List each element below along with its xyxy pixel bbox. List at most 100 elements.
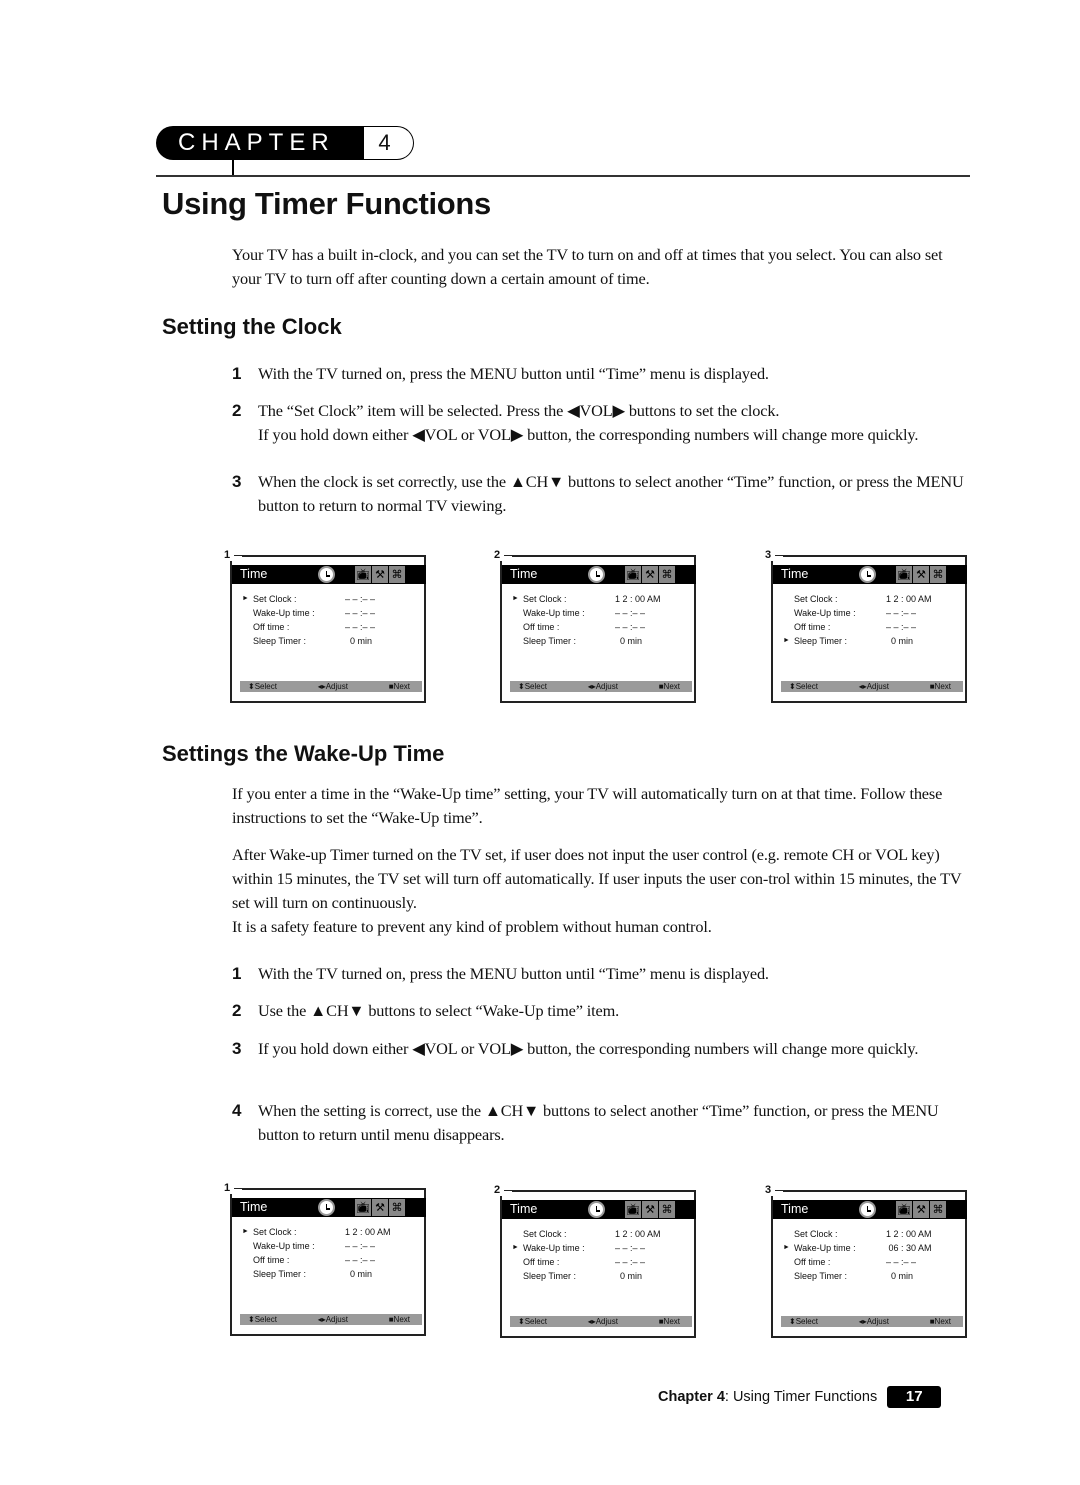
menu-row-value: 0 min — [345, 636, 373, 646]
menu-row: Sleep Timer : 0 min — [242, 1267, 425, 1281]
selection-pointer-icon — [512, 620, 523, 634]
selection-pointer-icon — [783, 1227, 794, 1241]
screen-step-label: 1 — [224, 549, 235, 561]
tv-menu-screen: Time 📺︎ ⚒ ⌘ Set Clock : 1 2 : 00 AM Wake… — [765, 549, 967, 703]
screen-frame: Time 📺︎ ⚒ ⌘ Set Clock : 1 2 : 00 AM ► Wa… — [500, 1190, 696, 1338]
adjust-hint: ◂▸Adjust — [587, 1317, 618, 1326]
menu-row: ► Set Clock : 1 2 : 00 AM — [242, 1225, 425, 1239]
menu-hint-bar: ⬍Select ◂▸Adjust ■Next — [510, 681, 692, 692]
menu-hint-bar: ⬍Select ◂▸Adjust ■Next — [240, 1314, 422, 1325]
menu-rows: Set Clock : 1 2 : 00 AM ► Wake-Up time :… — [783, 1227, 966, 1283]
selection-pointer-icon: ► — [512, 1244, 519, 1251]
menu-row-label: Sleep Timer : — [794, 636, 848, 646]
adjust-hint: ◂▸Adjust — [317, 1315, 348, 1324]
menu-row-value: 0 min — [345, 1269, 373, 1279]
tv-icon: 📺︎ — [355, 566, 371, 583]
menu-row-label: Sleep Timer : — [794, 1271, 848, 1281]
clock-icon — [588, 1201, 605, 1218]
chapter-stem-line — [232, 160, 234, 176]
menu-row: Sleep Timer : 0 min — [783, 1269, 966, 1283]
clock-step-1: 1 With the TV turned on, press the MENU … — [232, 362, 974, 386]
selection-pointer-icon — [242, 606, 253, 620]
clock-step-2: 2 The “Set Clock” item will be selected.… — [232, 399, 974, 447]
menu-title: Time — [510, 567, 538, 581]
menu-row: Off time : – – :– – — [242, 620, 425, 634]
menu-row-value: 1 2 : 00 AM — [615, 594, 661, 604]
selection-pointer-icon — [242, 1239, 253, 1253]
menu-title-bar: Time 📺︎ ⚒ ⌘ — [502, 1200, 696, 1219]
menu-row-value: – – :– – — [615, 1243, 646, 1253]
wrench-icon: ⚒ — [642, 566, 658, 583]
adjust-hint: ◂▸Adjust — [858, 682, 889, 691]
gift-icon: ⌘ — [659, 566, 675, 583]
clock-icon — [859, 1201, 876, 1218]
adjust-hint: ◂▸Adjust — [317, 682, 348, 691]
tv-menu-screen: Time 📺︎ ⚒ ⌘ ► Set Clock : 1 2 : 00 AM Wa… — [224, 1182, 426, 1336]
tv-menu-screen: Time 📺︎ ⚒ ⌘ Set Clock : 1 2 : 00 AM ► Wa… — [494, 1184, 696, 1338]
next-hint: ■Next — [658, 1317, 680, 1326]
tv-icon: 📺︎ — [625, 566, 641, 583]
menu-row-label: Set Clock : — [523, 1229, 567, 1239]
clock-icon — [588, 566, 605, 583]
menu-rows: ► Set Clock : 1 2 : 00 AM Wake-Up time :… — [242, 1225, 425, 1281]
menu-row: Set Clock : 1 2 : 00 AM — [783, 1227, 966, 1241]
menu-row-value: 0 min — [615, 1271, 643, 1281]
menu-rows: ► Set Clock : – – :– – Wake-Up time : – … — [242, 592, 425, 648]
menu-row: Off time : – – :– – — [512, 620, 695, 634]
next-hint: ■Next — [929, 682, 951, 691]
menu-row-value: – – :– – — [615, 608, 646, 618]
header-rule — [156, 175, 970, 177]
menu-row: Wake-Up time : – – :– – — [242, 1239, 425, 1253]
selection-pointer-icon — [783, 620, 794, 634]
page-footer: Chapter 4 : Using Timer Functions 17 — [658, 1386, 942, 1408]
select-hint: ⬍Select — [789, 1317, 818, 1326]
menu-row-value: 1 2 : 00 AM — [615, 1229, 661, 1239]
menu-title: Time — [510, 1202, 538, 1216]
menu-row-label: Off time : — [523, 1257, 560, 1267]
clock-icon — [859, 566, 876, 583]
step-number: 3 — [232, 1039, 242, 1058]
selection-pointer-icon — [783, 592, 794, 606]
menu-row-label: Wake-Up time : — [523, 1243, 585, 1253]
menu-row-value: – – :– – — [345, 608, 376, 618]
menu-title-bar: Time 📺︎ ⚒ ⌘ — [232, 565, 426, 584]
screen-top-line — [242, 555, 426, 557]
screen-step-label: 2 — [494, 1184, 505, 1196]
menu-row-label: Wake-Up time : — [794, 608, 856, 618]
menu-row-value: – – :– – — [345, 622, 376, 632]
adjust-hint: ◂▸Adjust — [587, 682, 618, 691]
wakeup-paragraph-2: After Wake-up Timer turned on the TV set… — [232, 845, 962, 912]
wrench-icon: ⚒ — [372, 1199, 388, 1216]
page-number: 17 — [887, 1386, 942, 1408]
menu-row-label: Set Clock : — [253, 594, 297, 604]
tv-icon: 📺︎ — [625, 1201, 641, 1218]
screen-frame: Time 📺︎ ⚒ ⌘ Set Clock : 1 2 : 00 AM Wake… — [771, 555, 967, 703]
tv-menu-screen: Time 📺︎ ⚒ ⌘ ► Set Clock : 1 2 : 00 AM Wa… — [494, 549, 696, 703]
selection-pointer-icon — [512, 606, 523, 620]
menu-title-bar: Time 📺︎ ⚒ ⌘ — [773, 565, 967, 584]
select-hint: ⬍Select — [518, 682, 547, 691]
next-hint: ■Next — [388, 682, 410, 691]
next-hint: ■Next — [658, 682, 680, 691]
clock-step-3: 3 When the clock is set correctly, use t… — [232, 470, 974, 518]
selection-pointer-icon — [512, 1255, 523, 1269]
tv-icon: 📺︎ — [355, 1199, 371, 1216]
step-number: 4 — [232, 1101, 242, 1120]
menu-row-label: Off time : — [794, 1257, 831, 1267]
selection-pointer-icon — [512, 1227, 523, 1241]
select-hint: ⬍Select — [518, 1317, 547, 1326]
menu-row-label: Set Clock : — [794, 1229, 838, 1239]
wrench-icon: ⚒ — [372, 566, 388, 583]
gift-icon: ⌘ — [659, 1201, 675, 1218]
step-text: When the clock is set correctly, use the… — [258, 472, 964, 515]
menu-row: Sleep Timer : 0 min — [512, 1269, 695, 1283]
screen-step-label: 3 — [765, 549, 776, 561]
menu-row: Set Clock : 1 2 : 00 AM — [512, 1227, 695, 1241]
menu-row-label: Wake-Up time : — [523, 608, 585, 618]
page-title: Using Timer Functions — [162, 186, 491, 221]
menu-row: Off time : – – :– – — [512, 1255, 695, 1269]
step-text: When the setting is correct, use the ▲CH… — [258, 1101, 939, 1144]
selection-pointer-icon: ► — [783, 1244, 790, 1251]
clock-icon — [318, 1199, 335, 1216]
menu-row: Set Clock : 1 2 : 00 AM — [783, 592, 966, 606]
